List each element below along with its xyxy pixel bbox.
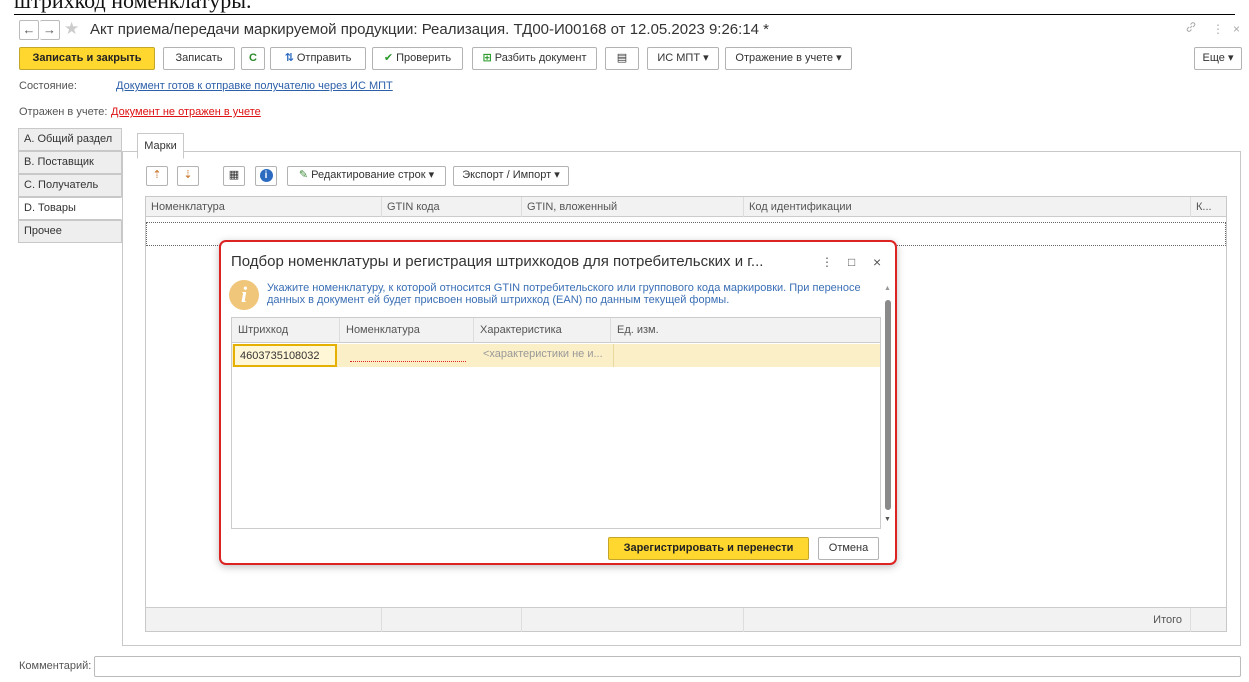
sidebar-tab-goods[interactable]: D. Товары [18,197,122,220]
maximize-icon[interactable]: □ [848,254,855,270]
marks-table-footer: Итого [146,607,1226,632]
dialog-hint: Укажите номенклатуру, к которой относитс… [267,282,861,306]
scroll-down-icon[interactable]: ▼ [884,516,891,523]
total-label: Итого [744,608,1191,632]
save-and-close-button[interactable]: Записать и закрыть [19,47,155,70]
info-icon: i [259,169,273,182]
barcode-cell[interactable]: 4603735108032 [233,344,337,367]
split-document-button[interactable]: ⊞ Разбить документ [472,47,597,70]
column-header[interactable]: Характеристика [474,318,611,343]
check-button[interactable]: ✔ Проверить [372,47,463,70]
column-header[interactable]: Код идентификации [744,197,1191,217]
tab-marks[interactable]: Марки [137,133,184,159]
sidebar-tab-other[interactable]: Прочее [18,220,122,243]
column-header[interactable]: Штрихкод [232,318,340,343]
scroll-up-icon[interactable]: ▲ [884,285,891,292]
chevron-down-icon: ▾ [554,169,560,181]
info-icon: i [229,280,259,310]
print-icon: ▤ [616,52,628,64]
send-label: Отправить [296,52,352,64]
column-header[interactable]: Номенклатура [146,197,382,217]
barcode-table[interactable]: Штрихкод Номенклатура Характеристика Ед.… [231,317,881,529]
chevron-down-icon: ▾ [428,169,435,181]
close-icon[interactable]: × [873,254,881,270]
table-row[interactable]: 4603735108032 <характеристики не и... [232,344,880,367]
dialog-title: Подбор номенклатуры и регистрация штрихк… [231,253,764,270]
back-button[interactable]: ← [19,20,39,40]
refresh-button[interactable]: C [241,47,265,70]
chevron-down-icon: ▾ [836,52,842,64]
more-dropdown[interactable]: Еще ▾ [1194,47,1242,70]
split-icon: ⊞ [482,52,492,64]
state-link[interactable]: Документ готов к отправке получателю чер… [116,80,393,92]
print-button[interactable]: ▤ [605,47,639,70]
edit-rows-label: Редактирование строк [311,169,426,181]
favorite-star-icon[interactable]: ★ [64,18,79,40]
characteristic-cell[interactable]: <характеристики не и... [478,344,610,367]
arrow-left-icon: ← [22,22,36,37]
send-icon: ⇅ [284,52,294,64]
dialog-menu-icon[interactable]: ⋮ [821,254,833,270]
refresh-icon: C [249,52,257,64]
column-header[interactable]: GTIN, вложенный [522,197,744,217]
dialog-scrollbar[interactable]: ▲ ▼ [883,285,893,528]
comment-label: Комментарий: [19,660,92,672]
move-up-button[interactable]: ⇡ [146,166,168,186]
move-down-button[interactable]: ⇣ [177,166,199,186]
sidebar-tab-general[interactable]: A. Общий раздел [18,128,122,151]
info-button[interactable]: i [255,166,277,186]
nomenclature-selection-dialog: Подбор номенклатуры и регистрация штрихк… [219,240,897,565]
forward-button[interactable]: → [40,20,60,40]
check-label: Проверить [396,52,452,64]
marks-table-header: Номенклатура GTIN кода GTIN, вложенный К… [146,197,1226,217]
reflect-label: Отражение в учете [735,52,834,64]
datamatrix-button[interactable]: ▦ [223,166,245,186]
state-label: Состояние: [19,80,77,92]
sort-up-icon: ⇡ [152,169,162,181]
export-import-label: Экспорт / Импорт [462,169,552,181]
is-mpt-dropdown[interactable]: ИС МПТ ▾ [647,47,719,70]
edit-rows-dropdown[interactable]: ✎ Редактирование строк ▾ [287,166,446,186]
chevron-down-icon: ▾ [703,52,709,64]
export-import-dropdown[interactable]: Экспорт / Импорт ▾ [453,166,569,186]
unit-cell[interactable] [613,344,878,367]
caption-divider [14,14,1235,15]
column-header[interactable]: Номенклатура [340,318,474,343]
save-button[interactable]: Записать [163,47,235,70]
more-label: Еще [1202,52,1225,64]
sidebar-tab-recipient[interactable]: C. Получатель [18,174,122,197]
comment-input[interactable] [94,656,1241,677]
send-button[interactable]: ⇅ Отправить [270,47,366,70]
accounting-link[interactable]: Документ не отражен в учете [111,106,261,118]
column-header[interactable]: К... [1191,197,1228,217]
pencil-icon: ✎ [298,169,309,181]
close-window-icon[interactable]: × [1233,20,1240,38]
register-and-transfer-button[interactable]: Зарегистрировать и перенести [608,537,809,560]
column-header[interactable]: Ед. изм. [611,318,880,343]
column-header[interactable]: GTIN кода [382,197,522,217]
sort-down-icon: ⇣ [183,169,193,181]
link-icon[interactable] [1185,20,1197,38]
cancel-button[interactable]: Отмена [818,537,879,560]
check-icon: ✔ [383,52,394,64]
chevron-down-icon: ▾ [1227,52,1234,64]
accounting-label: Отражен в учете: [19,106,108,118]
nomenclature-cell[interactable] [346,344,470,367]
document-title: Акт приема/передачи маркируемой продукци… [90,21,770,38]
scroll-thumb[interactable] [885,300,891,510]
is-mpt-label: ИС МПТ [657,52,701,64]
reflect-in-accounting-dropdown[interactable]: Отражение в учете ▾ [725,47,852,70]
split-label: Разбить документ [494,52,587,64]
arrow-right-icon: → [43,22,56,37]
page-caption: штрихкод номенклатуры. [14,0,252,13]
qr-code-icon: ▦ [228,169,240,181]
more-menu-icon[interactable]: ⋮ [1212,20,1224,38]
sidebar-tab-supplier[interactable]: B. Поставщик [18,151,122,174]
